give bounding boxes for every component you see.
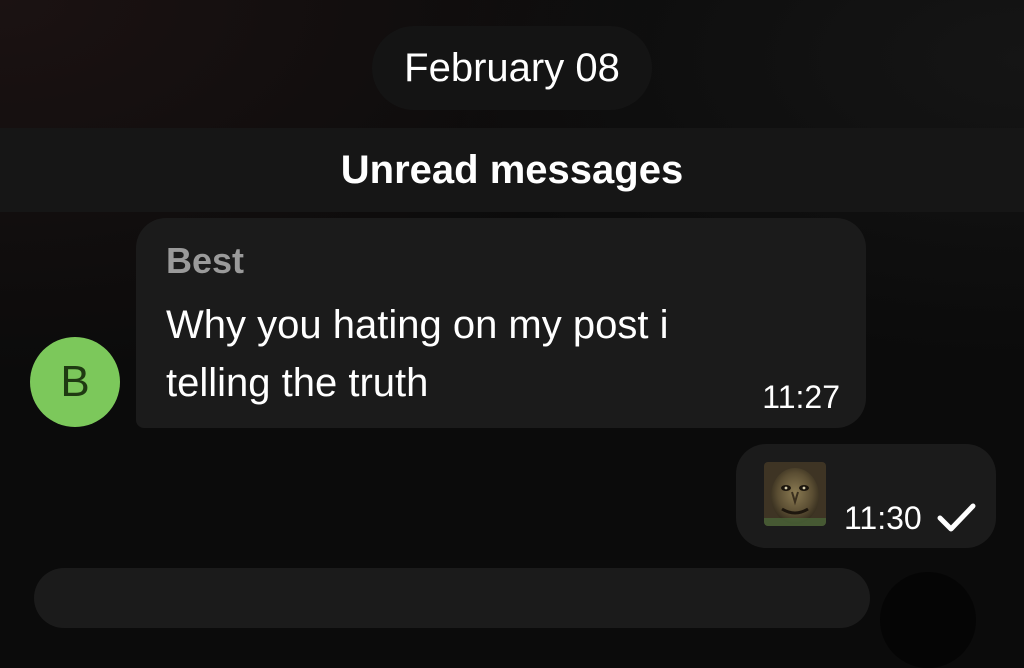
sender-name[interactable]: Best xyxy=(166,240,244,282)
message-input-bar[interactable] xyxy=(34,568,870,628)
date-separator: February 08 xyxy=(372,26,652,110)
unread-divider: Unread messages xyxy=(0,128,1024,212)
avatar-initial: B xyxy=(60,357,90,406)
date-label: February 08 xyxy=(404,45,620,90)
outgoing-message-bubble[interactable]: 11:30 xyxy=(736,444,996,548)
incoming-message-bubble[interactable]: Best Why you hating on my post i telling… xyxy=(136,218,866,428)
checkmark-icon xyxy=(937,503,976,532)
message-text: Why you hating on my post i telling the … xyxy=(166,303,669,405)
unread-label: Unread messages xyxy=(340,147,684,192)
send-button[interactable] xyxy=(880,572,976,668)
avatar[interactable]: B xyxy=(30,337,120,427)
message-time: 11:27 xyxy=(762,379,840,415)
message-time: 11:30 xyxy=(844,500,922,536)
face-sticker-image[interactable] xyxy=(764,462,826,526)
